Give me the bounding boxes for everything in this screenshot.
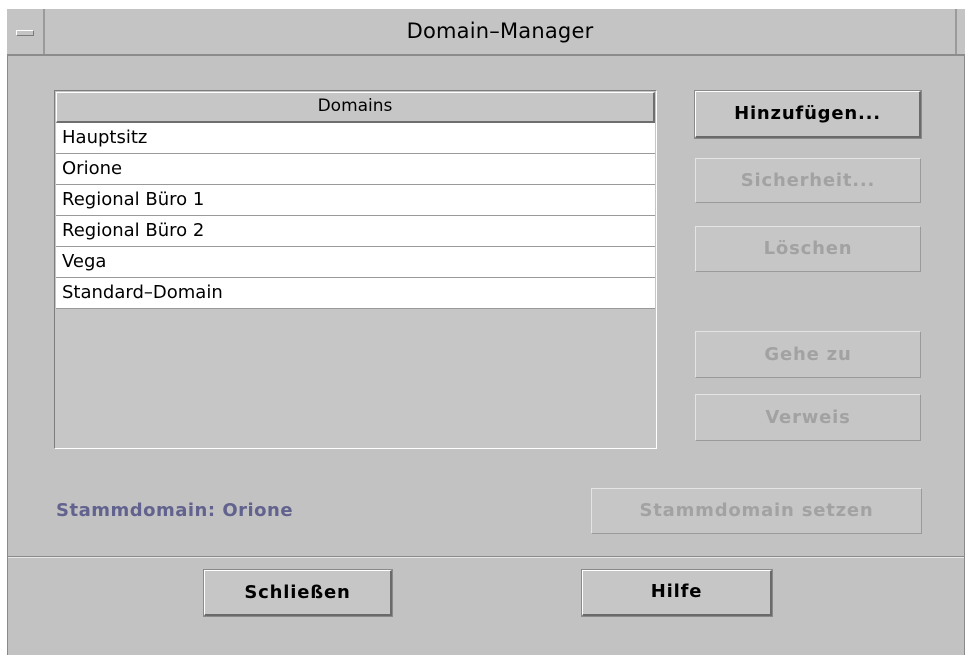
security-button[interactable]: Sicherheit... (695, 158, 921, 203)
list-item[interactable]: Hauptsitz (56, 123, 655, 154)
button-bar-divider (8, 556, 964, 558)
title-bar-edge (955, 9, 965, 54)
window-menu-icon (16, 30, 34, 36)
reference-button[interactable]: Verweis (695, 394, 921, 441)
title-bar[interactable]: Domain–Manager (7, 9, 965, 56)
list-item[interactable]: Orione (56, 154, 655, 185)
domains-column-header[interactable]: Domains (56, 92, 655, 123)
window-title: Domain–Manager (406, 19, 594, 43)
list-item[interactable]: Standard–Domain (56, 278, 655, 309)
list-item[interactable]: Vega (56, 247, 655, 278)
domain-manager-window: Domain–Manager Domains Hauptsitz Orione … (0, 0, 971, 661)
list-item[interactable]: Regional Büro 1 (56, 185, 655, 216)
root-domain-label: Stammdomain: Orione (56, 500, 294, 521)
window-menu-button[interactable] (7, 9, 45, 54)
list-item[interactable]: Regional Büro 2 (56, 216, 655, 247)
add-button[interactable]: Hinzufügen... (694, 90, 922, 139)
delete-button[interactable]: Löschen (695, 226, 921, 272)
goto-button[interactable]: Gehe zu (695, 331, 921, 378)
close-button[interactable]: Schließen (203, 569, 393, 617)
domains-list[interactable]: Domains Hauptsitz Orione Regional Büro 1… (54, 90, 657, 449)
set-root-domain-button[interactable]: Stammdomain setzen (591, 488, 922, 534)
help-button[interactable]: Hilfe (581, 569, 773, 617)
